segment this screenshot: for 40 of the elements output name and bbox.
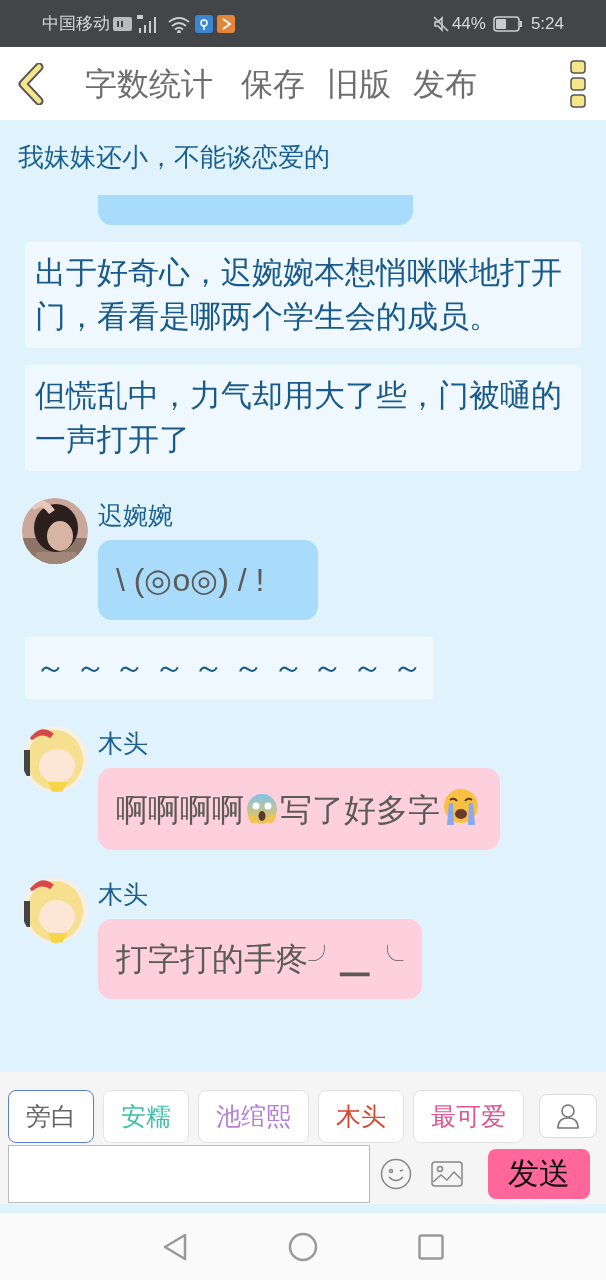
sender-name: 木头 <box>98 728 148 759</box>
back-icon[interactable] <box>17 62 45 105</box>
wifi-icon <box>167 14 191 33</box>
emoji-icon[interactable] <box>380 1158 412 1190</box>
message-text: 啊啊啊啊 <box>116 792 244 828</box>
mute-icon <box>431 14 450 33</box>
character-tab[interactable]: 木头 <box>318 1090 404 1143</box>
clock-time: 5:24 <box>530 12 564 35</box>
image-icon[interactable] <box>431 1161 463 1187</box>
sender-name: 迟婉婉 <box>98 500 173 531</box>
toolbar-action[interactable]: 发布 <box>413 59 477 108</box>
message-input[interactable] <box>8 1145 370 1203</box>
toolbar-action[interactable]: 旧版 <box>327 59 391 108</box>
toolbar-action[interactable]: 保存 <box>241 59 305 108</box>
person-icon <box>556 1103 580 1129</box>
contact-button[interactable] <box>539 1094 597 1138</box>
narration-text: 我妹妹还小，不能谈恋爱的 <box>18 141 330 174</box>
message-text: 打字打的手疼╯▁╰ <box>116 941 404 977</box>
message-text: \ (◎o◎) / ! <box>116 562 265 598</box>
character-tab[interactable]: 旁白 <box>8 1090 94 1143</box>
play-notification-icon <box>217 14 235 33</box>
crying-face-icon <box>441 787 481 827</box>
menu-icon[interactable] <box>570 59 586 108</box>
home-nav-icon[interactable] <box>288 1231 318 1262</box>
narration-text: 出于好奇心，迟婉婉本想悄咪咪地打开门，看看是哪两个学生会的成员。 <box>35 254 563 336</box>
narration-text: 但慌乱中，力气却用大了些，门被嗵的一声打开了 <box>35 377 563 459</box>
back-nav-icon[interactable] <box>162 1232 188 1261</box>
character-tab[interactable]: 池绾熙 <box>198 1090 309 1143</box>
message-text: 写了好多字 <box>280 792 440 828</box>
battery-icon <box>492 15 523 32</box>
scared-face-icon <box>245 793 279 827</box>
sender-name: 木头 <box>98 879 148 910</box>
toolbar-action[interactable]: 字数统计 <box>85 59 213 108</box>
app-notification-icon <box>195 14 213 33</box>
recents-nav-icon[interactable] <box>418 1233 444 1260</box>
character-tab[interactable]: 最可爱 <box>413 1090 524 1143</box>
send-button[interactable]: 发送 <box>488 1149 590 1199</box>
narration-text: ～ ～ ～ ～ ～ ～ ～ ～ ～ ～ <box>35 649 423 687</box>
battery-percent: 44% <box>451 12 486 35</box>
carrier-name: 中国移动 <box>42 12 110 35</box>
